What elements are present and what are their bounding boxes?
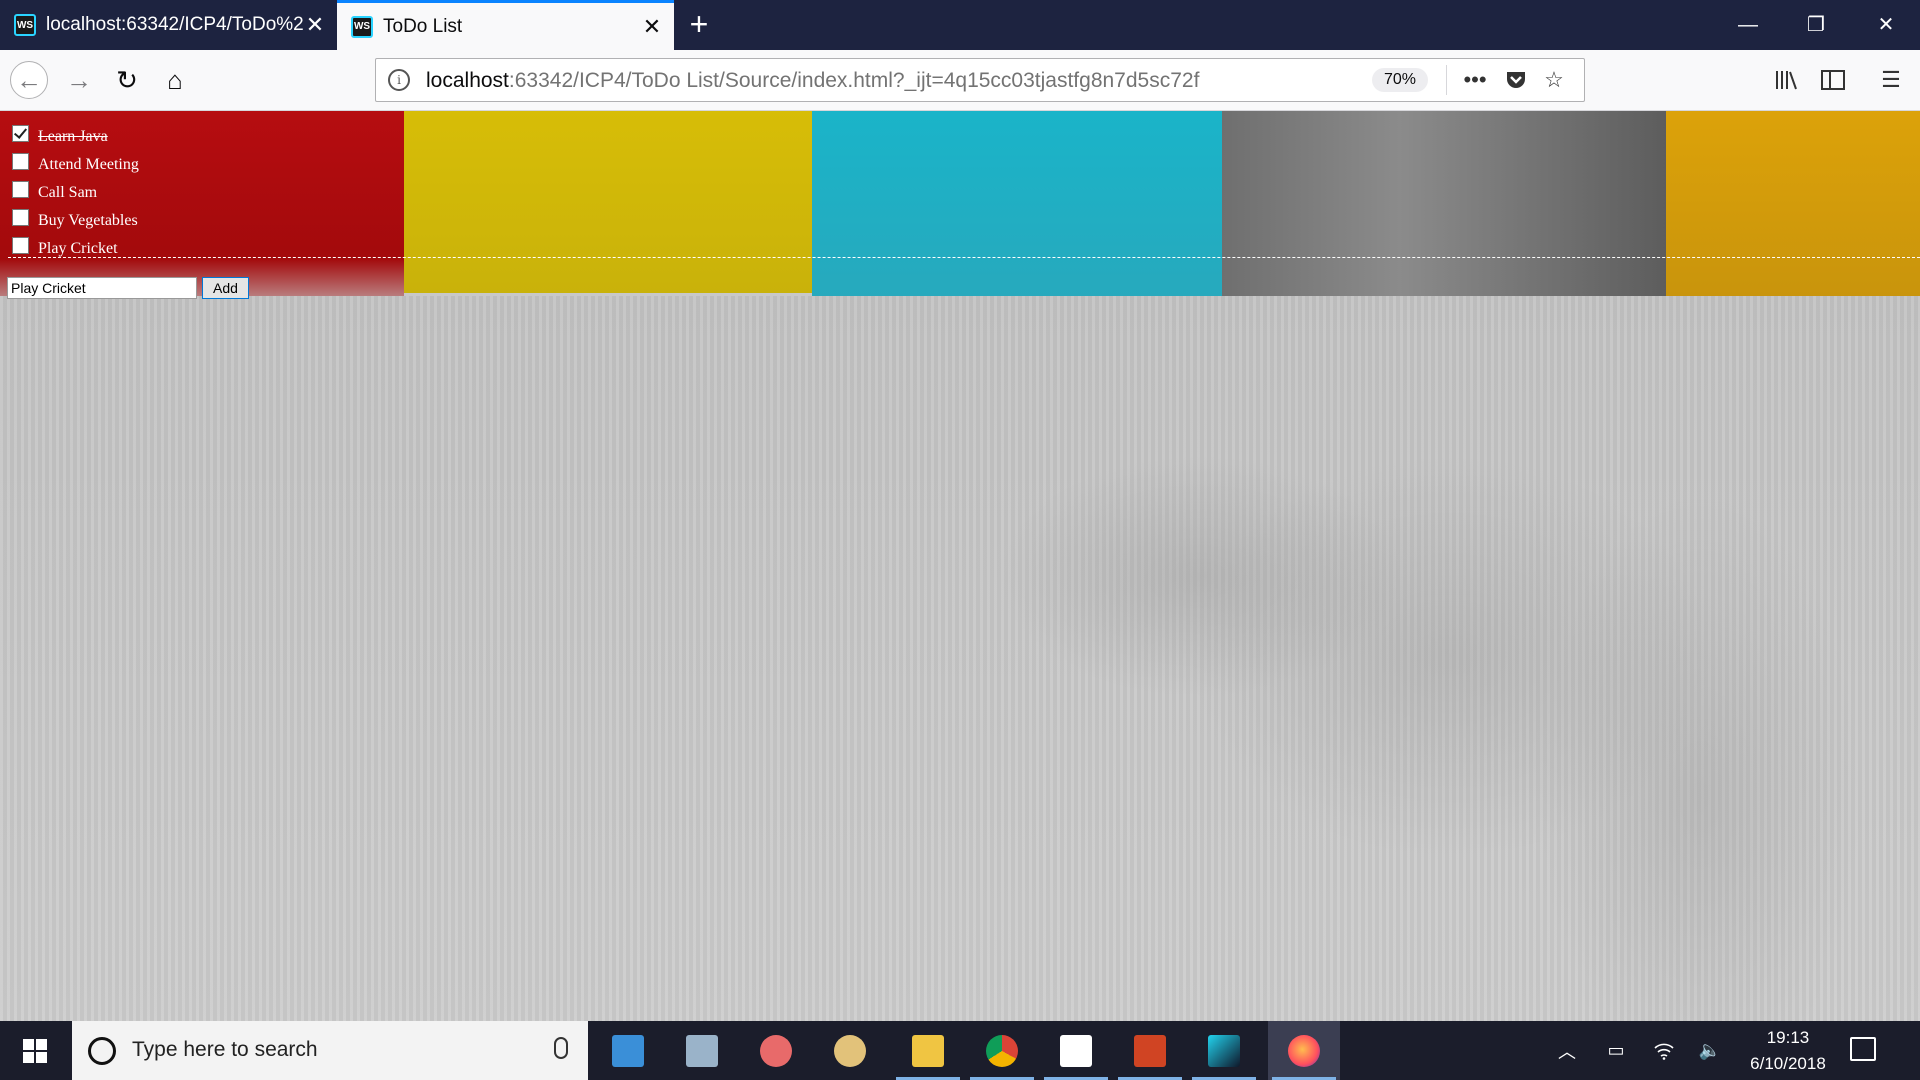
add-todo-form: Add [7, 277, 249, 299]
taskbar-app-explorer-icon[interactable] [666, 1021, 738, 1080]
paint-stripe-cyan [812, 111, 1222, 298]
taskbar-app-chrome-icon[interactable] [966, 1021, 1038, 1080]
divider [1446, 65, 1447, 95]
clock-time: 19:13 [1766, 1028, 1810, 1047]
todo-item: Learn Java [12, 123, 139, 151]
todo-checkbox[interactable] [12, 236, 29, 254]
restore-icon[interactable]: ❐ [1782, 0, 1850, 50]
todo-label: Learn Java [38, 128, 108, 145]
browser-tab-2[interactable]: WS ToDo List ✕ [337, 0, 674, 50]
todo-checkbox[interactable] [12, 152, 29, 170]
microphone-icon[interactable] [554, 1037, 568, 1059]
system-clock[interactable]: 19:13 6/10/2018 [1738, 1025, 1838, 1077]
todo-item: Call Sam [12, 179, 139, 207]
page-actions-icon[interactable]: ••• [1460, 65, 1490, 95]
webstorm-favicon-icon: WS [351, 15, 373, 38]
reload-icon[interactable]: ↻ [108, 61, 146, 99]
url-host: localhost [426, 69, 509, 92]
wifi-icon[interactable] [1646, 1021, 1682, 1080]
todo-label: Play Cricket [38, 240, 118, 257]
taskbar-app-powerpoint-icon[interactable] [1114, 1021, 1186, 1080]
paint-stripe-orange [1666, 111, 1920, 316]
taskbar-app-firefox-icon[interactable] [1268, 1021, 1340, 1080]
back-icon[interactable]: ← [10, 61, 48, 99]
url-text[interactable]: localhost:63342/ICP4/ToDo List/Source/in… [426, 69, 1199, 93]
tab-title: ToDo List [383, 15, 463, 37]
navigation-bar: ← → ↻ ⌂ i localhost:63342/ICP4/ToDo List… [0, 50, 1920, 111]
add-button[interactable]: Add [202, 277, 249, 299]
todo-list: Learn Java Attend Meeting Call Sam Buy V… [12, 123, 139, 263]
tab-title: localhost:63342/ICP4/ToDo%20 [46, 14, 303, 35]
taskbar-app-sticky-notes-icon[interactable] [1040, 1021, 1112, 1080]
bookmark-star-icon[interactable]: ☆ [1539, 65, 1569, 95]
todo-label: Call Sam [38, 184, 98, 201]
pocket-icon[interactable] [1501, 65, 1531, 95]
clock-date: 6/10/2018 [1750, 1054, 1826, 1073]
taskbar-app-paint-icon[interactable] [814, 1021, 886, 1080]
close-tab-icon[interactable]: ✕ [303, 12, 327, 38]
taskbar-app-control-panel-icon[interactable] [592, 1021, 664, 1080]
paint-stripe-gray [1222, 111, 1666, 311]
home-icon[interactable]: ⌂ [156, 61, 194, 99]
menu-icon[interactable]: ☰ [1874, 63, 1908, 97]
browser-tab-1[interactable]: WS localhost:63342/ICP4/ToDo%20 ✕ [0, 0, 337, 50]
info-icon[interactable]: i [388, 69, 410, 91]
url-path: :63342/ICP4/ToDo List/Source/index.html?… [508, 69, 1200, 92]
todo-label: Buy Vegetables [38, 212, 138, 229]
todo-checkbox[interactable] [12, 124, 29, 142]
webstorm-favicon-icon: WS [14, 14, 36, 36]
taskbar-app-paint3d-icon[interactable] [740, 1021, 812, 1080]
close-window-icon[interactable]: ✕ [1852, 0, 1920, 50]
todo-checkbox[interactable] [12, 208, 29, 226]
battery-icon[interactable]: ▭ [1598, 1021, 1634, 1080]
taskbar-app-file-explorer-icon[interactable] [892, 1021, 964, 1080]
forward-icon[interactable]: → [60, 61, 98, 99]
show-hidden-icons-icon[interactable]: ︿ [1552, 1021, 1582, 1080]
taskbar-search-box[interactable]: Type here to search [72, 1021, 588, 1080]
close-tab-icon[interactable]: ✕ [640, 14, 664, 40]
todo-item: Buy Vegetables [12, 207, 139, 235]
dashed-divider [8, 257, 1920, 258]
action-center-icon[interactable] [1850, 1037, 1876, 1061]
search-placeholder: Type here to search [132, 1038, 318, 1061]
library-icon[interactable] [1770, 63, 1804, 97]
windows-start-icon[interactable] [0, 1021, 70, 1080]
cortana-icon[interactable] [88, 1037, 116, 1065]
todo-label: Attend Meeting [38, 156, 139, 173]
page-viewport: Learn Java Attend Meeting Call Sam Buy V… [0, 111, 1920, 1021]
grunge-background [0, 296, 1920, 1021]
todo-input[interactable] [7, 277, 197, 299]
address-bar[interactable]: i localhost:63342/ICP4/ToDo List/Source/… [375, 58, 1585, 102]
minimize-icon[interactable]: — [1714, 0, 1782, 50]
todo-checkbox[interactable] [12, 180, 29, 198]
taskbar-app-webstorm-icon[interactable] [1188, 1021, 1260, 1080]
taskbar: Type here to search ︿ ▭ 🔈 19:13 6/10/201… [0, 1021, 1920, 1080]
volume-icon[interactable]: 🔈 [1692, 1021, 1728, 1080]
new-tab-icon[interactable]: + [684, 6, 714, 42]
todo-item: Play Cricket [12, 235, 139, 263]
zoom-indicator[interactable]: 70% [1372, 68, 1429, 92]
tab-strip: WS localhost:63342/ICP4/ToDo%20 ✕ WS ToD… [0, 0, 1920, 50]
todo-item: Attend Meeting [12, 151, 139, 179]
paint-stripe-yellow [404, 111, 812, 293]
sidebar-icon[interactable] [1816, 63, 1850, 97]
